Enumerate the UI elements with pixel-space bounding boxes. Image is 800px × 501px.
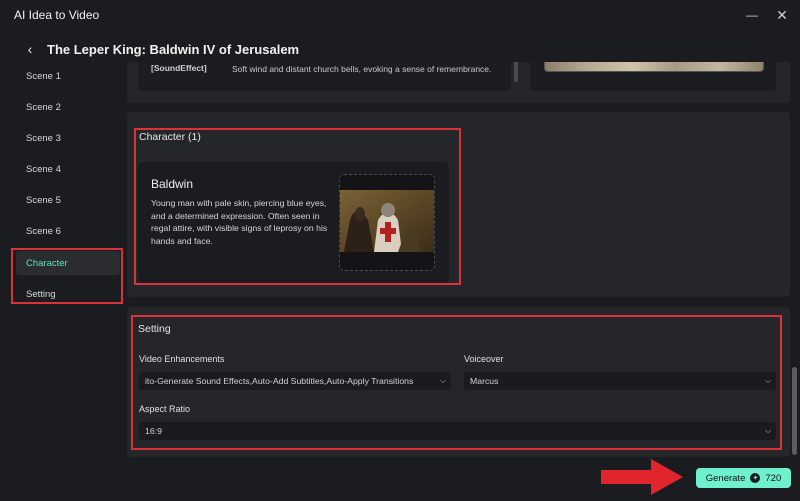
video-enhancements-select[interactable]: ito-Generate Sound Effects,Auto-Add Subt… — [139, 372, 451, 390]
generate-button[interactable]: Generate ✦ 720 — [696, 468, 791, 488]
main-content: [SoundEffect] Soft wind and distant chur… — [127, 62, 790, 457]
app-title: AI Idea to Video — [14, 8, 100, 22]
voiceover-label: Voiceover — [464, 354, 504, 364]
minimize-icon[interactable]: — — [742, 5, 762, 25]
character-panel: Character (1) Baldwin Young man with pal… — [127, 112, 790, 297]
knight-image-icon — [340, 190, 434, 252]
scroll-thumb[interactable] — [792, 367, 797, 455]
aspect-ratio-label: Aspect Ratio — [139, 404, 191, 414]
sidebar: Scene 1 Scene 2 Scene 3 Scene 4 Scene 5 … — [0, 62, 126, 501]
chevron-down-icon: ⌵ — [764, 376, 772, 385]
back-arrow-icon[interactable]: ‹ — [22, 40, 38, 58]
sound-effect-text: Soft wind and distant church bells, evok… — [232, 64, 492, 74]
setting-section-label: Setting — [138, 323, 171, 335]
sound-effect-key: [SoundEffect] — [151, 63, 207, 73]
title-bar: AI Idea to Video — ✕ — [0, 0, 800, 30]
character-card[interactable]: Baldwin Young man with pale skin, pierci… — [138, 162, 449, 283]
sound-effect-card: [SoundEffect] Soft wind and distant chur… — [138, 62, 518, 91]
character-section-label: Character (1) — [139, 131, 201, 143]
main-scrollbar[interactable] — [792, 62, 797, 457]
scene-panel: [SoundEffect] Soft wind and distant chur… — [127, 62, 790, 103]
aspect-ratio-select[interactable]: 16:9 ⌵ — [139, 422, 776, 440]
scene-thumbnail[interactable] — [544, 62, 764, 72]
chevron-down-icon: ⌵ — [439, 376, 447, 385]
sidebar-item-scene-1[interactable]: Scene 1 — [16, 64, 120, 88]
sidebar-item-scene-6[interactable]: Scene 6 — [16, 219, 120, 243]
sidebar-item-scene-3[interactable]: Scene 3 — [16, 126, 120, 150]
character-image[interactable] — [339, 174, 435, 271]
sidebar-item-scene-2[interactable]: Scene 2 — [16, 95, 120, 119]
voiceover-value: Marcus — [470, 376, 499, 386]
page-header: ‹ The Leper King: Baldwin IV of Jerusale… — [0, 36, 800, 62]
voiceover-select[interactable]: Marcus ⌵ — [464, 372, 776, 390]
card-scrollbar[interactable] — [514, 62, 518, 82]
credit-count: 720 — [765, 472, 782, 484]
setting-panel: Setting Video Enhancements ito-Generate … — [127, 307, 790, 457]
generate-label: Generate — [705, 472, 746, 484]
video-enhancements-value: ito-Generate Sound Effects,Auto-Add Subt… — [145, 376, 414, 386]
aspect-ratio-value: 16:9 — [145, 426, 162, 436]
credit-icon: ✦ — [750, 473, 761, 483]
red-arrow-icon — [601, 459, 683, 495]
sidebar-item-scene-5[interactable]: Scene 5 — [16, 188, 120, 212]
chevron-down-icon: ⌵ — [764, 426, 772, 435]
sidebar-item-scene-4[interactable]: Scene 4 — [16, 157, 120, 181]
sidebar-item-setting[interactable]: Setting — [16, 282, 120, 306]
close-icon[interactable]: ✕ — [772, 5, 792, 25]
sidebar-item-character[interactable]: Character — [16, 251, 120, 275]
character-name: Baldwin — [151, 177, 194, 191]
video-enhancements-label: Video Enhancements — [139, 354, 225, 364]
scene-image-card — [530, 62, 776, 91]
character-description: Young man with pale skin, piercing blue … — [151, 198, 328, 246]
page-title: The Leper King: Baldwin IV of Jerusalem — [47, 42, 300, 57]
